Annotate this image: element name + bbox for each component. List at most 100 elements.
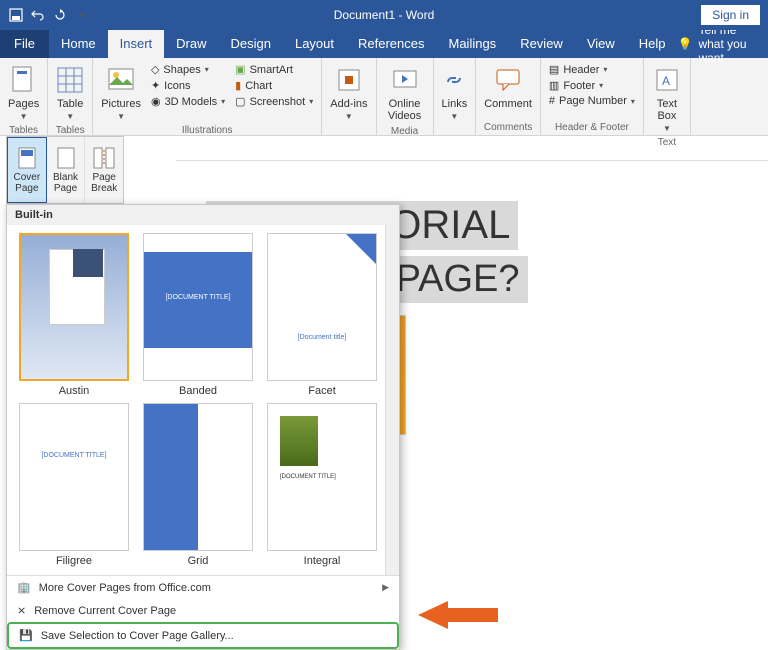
gallery-item-austin[interactable]: Austin bbox=[15, 233, 133, 397]
group-media: Online Videos Media bbox=[377, 58, 434, 135]
pages-dropdown-icon: ▼ bbox=[20, 112, 28, 121]
smartart-button[interactable]: ▣SmartArt bbox=[233, 62, 315, 77]
label-banded: Banded bbox=[179, 385, 217, 397]
remove-label: Remove Current Cover Page bbox=[34, 605, 176, 617]
label-facet: Facet bbox=[308, 385, 336, 397]
icons-button[interactable]: ✦Icons bbox=[149, 78, 227, 93]
save-label: Save Selection to Cover Page Gallery... bbox=[41, 630, 234, 642]
quick-access-toolbar: ▼ bbox=[0, 7, 90, 23]
pictures-label: Pictures bbox=[101, 98, 141, 110]
gallery-item-facet[interactable]: Facet bbox=[263, 233, 381, 397]
textbox-button[interactable]: A Text Box ▼ bbox=[650, 62, 684, 135]
addins-button[interactable]: Add-ins ▼ bbox=[328, 62, 369, 123]
group-illustrations: Pictures ▼ ◇Shapes▾ ✦Icons ◉3D Models▾ ▣… bbox=[93, 58, 322, 135]
redo-icon[interactable] bbox=[52, 7, 68, 23]
arrow-icon bbox=[418, 601, 448, 629]
save-selection-to-gallery[interactable]: 💾 Save Selection to Cover Page Gallery..… bbox=[7, 622, 399, 649]
gallery-item-banded[interactable]: Banded bbox=[139, 233, 257, 397]
group-tables: Table ▼ Tables bbox=[48, 58, 93, 135]
group-addins: Add-ins ▼ bbox=[322, 58, 376, 135]
pages-button[interactable]: Pages ▼ bbox=[6, 62, 41, 123]
gallery-item-grid[interactable]: Grid bbox=[139, 403, 257, 567]
menu-review[interactable]: Review bbox=[508, 30, 575, 58]
label-grid: Grid bbox=[188, 555, 209, 567]
qat-dropdown-icon[interactable]: ▼ bbox=[74, 7, 90, 23]
menu-view[interactable]: View bbox=[575, 30, 627, 58]
label-integral: Integral bbox=[304, 555, 341, 567]
pagenumber-label: Page Number bbox=[559, 95, 627, 107]
group-label-tables: Tables bbox=[6, 125, 41, 136]
pictures-button[interactable]: Pictures ▼ bbox=[99, 62, 143, 123]
comment-button[interactable]: Comment bbox=[482, 62, 534, 112]
menu-draw[interactable]: Draw bbox=[164, 30, 218, 58]
cover-page-button[interactable]: Cover Page bbox=[7, 137, 47, 203]
links-button[interactable]: Links ▼ bbox=[440, 62, 470, 123]
more-cover-pages[interactable]: 🏢 More Cover Pages from Office.com ▶ bbox=[7, 576, 399, 599]
3dmodels-icon: ◉ bbox=[151, 95, 161, 108]
group-headerfooter: ▤Header▾ ▥Footer▾ #Page Number▾ Header &… bbox=[541, 58, 644, 135]
group-text: A Text Box ▼ Text bbox=[644, 58, 691, 135]
gallery-item-filigree[interactable]: Filigree bbox=[15, 403, 133, 567]
icons-icon: ✦ bbox=[151, 79, 160, 92]
pictures-dropdown-icon: ▼ bbox=[117, 112, 125, 121]
group-label-illustrations: Illustrations bbox=[99, 125, 315, 136]
pagenumber-button[interactable]: #Page Number▾ bbox=[547, 94, 637, 108]
label-austin: Austin bbox=[59, 385, 90, 397]
link-icon bbox=[442, 64, 466, 96]
remove-icon: ⨯ bbox=[17, 604, 26, 617]
menu-help[interactable]: Help bbox=[627, 30, 678, 58]
header-button[interactable]: ▤Header▾ bbox=[547, 62, 637, 77]
cover-page-gallery: Built-in Austin Banded Facet Filigree Gr… bbox=[6, 204, 400, 650]
screenshot-button[interactable]: ▢Screenshot▾ bbox=[233, 94, 315, 109]
gallery-item-integral[interactable]: Integral bbox=[263, 403, 381, 567]
video-label: Online Videos bbox=[385, 98, 425, 122]
save-icon[interactable] bbox=[8, 7, 24, 23]
menu-layout[interactable]: Layout bbox=[283, 30, 346, 58]
page-break-button[interactable]: Page Break bbox=[85, 137, 123, 203]
signin-button[interactable]: Sign in bbox=[701, 5, 760, 25]
menu-design[interactable]: Design bbox=[219, 30, 283, 58]
onlinevideos-button[interactable]: Online Videos bbox=[383, 62, 427, 124]
addins-icon bbox=[337, 64, 361, 96]
table-button[interactable]: Table ▼ bbox=[54, 62, 86, 123]
addins-label: Add-ins bbox=[330, 98, 367, 110]
pages-icon bbox=[11, 64, 37, 96]
chart-label: Chart bbox=[245, 80, 272, 92]
chart-button[interactable]: ▮ Chart bbox=[233, 78, 315, 93]
shapes-label: Shapes bbox=[163, 64, 200, 76]
menu-mailings[interactable]: Mailings bbox=[437, 30, 509, 58]
thumb-facet bbox=[267, 233, 377, 381]
links-label: Links bbox=[442, 98, 468, 110]
smartart-label: SmartArt bbox=[250, 64, 293, 76]
menu-insert[interactable]: Insert bbox=[108, 30, 165, 58]
window-title: Document1 - Word bbox=[334, 8, 434, 22]
menu-home[interactable]: Home bbox=[49, 30, 108, 58]
tell-me[interactable]: 💡 Tell me what you want bbox=[678, 30, 768, 58]
chart-icon: ▮ bbox=[235, 79, 241, 92]
gallery-scrollbar[interactable] bbox=[385, 225, 399, 575]
office-icon: 🏢 bbox=[17, 581, 31, 594]
pages-split-popup: Cover Page Blank Page Page Break bbox=[6, 136, 124, 204]
blank-page-button[interactable]: Blank Page bbox=[47, 137, 86, 203]
cover-page-label: Cover Page bbox=[8, 172, 46, 194]
footer-button[interactable]: ▥Footer▾ bbox=[547, 78, 637, 93]
thumb-grid bbox=[143, 403, 253, 551]
video-icon bbox=[392, 64, 418, 96]
3dmodels-button[interactable]: ◉3D Models▾ bbox=[149, 94, 227, 109]
undo-icon[interactable] bbox=[30, 7, 46, 23]
ribbon: Pages ▼ Tables Table ▼ Tables Pictures ▼… bbox=[0, 58, 768, 136]
header-icon: ▤ bbox=[549, 63, 559, 76]
svg-text:A: A bbox=[662, 74, 670, 88]
group-pages: Pages ▼ Tables bbox=[0, 58, 48, 135]
blank-page-icon bbox=[57, 146, 75, 170]
comment-label: Comment bbox=[484, 98, 532, 110]
footer-label: Footer bbox=[563, 80, 595, 92]
shapes-icon: ◇ bbox=[151, 63, 159, 76]
menu-references[interactable]: References bbox=[346, 30, 436, 58]
title-bar: ▼ Document1 - Word Sign in bbox=[0, 0, 768, 30]
more-label: More Cover Pages from Office.com bbox=[39, 582, 211, 594]
shapes-button[interactable]: ◇Shapes▾ bbox=[149, 62, 227, 77]
menu-file[interactable]: File bbox=[0, 30, 49, 58]
remove-cover-page[interactable]: ⨯ Remove Current Cover Page bbox=[7, 599, 399, 622]
group-links: Links ▼ bbox=[434, 58, 477, 135]
